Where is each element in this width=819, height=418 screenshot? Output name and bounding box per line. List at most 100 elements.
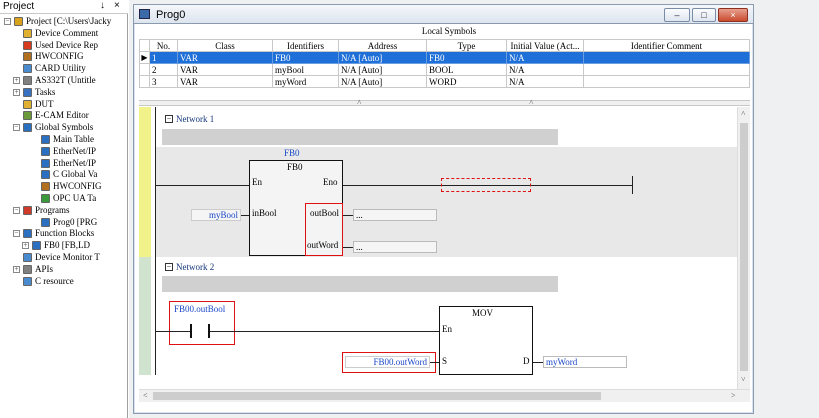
tree-item[interactable]: Device Comment — [23, 28, 98, 39]
cell-no[interactable]: 3 — [149, 75, 178, 88]
cell-comment[interactable] — [583, 63, 750, 76]
horizontal-scroll-thumb[interactable] — [153, 392, 601, 400]
tree-expander-icon[interactable]: − — [13, 206, 20, 214]
scroll-right-icon[interactable]: > — [731, 391, 736, 400]
scroll-up-icon[interactable]: ˄ — [741, 109, 746, 118]
column-header-initial-value[interactable]: Initial Value (Act... — [506, 39, 584, 52]
cell-comment[interactable] — [583, 51, 750, 64]
cell-identifier[interactable]: myBool — [272, 63, 339, 76]
tree-expander-icon[interactable]: + — [13, 77, 20, 84]
column-header-address[interactable]: Address — [338, 39, 427, 52]
cell-initial[interactable]: N/A — [506, 75, 584, 88]
cell-no[interactable]: 1 — [149, 51, 178, 64]
column-header-identifiers[interactable]: Identifiers — [272, 39, 339, 52]
tree-item[interactable]: FB0 [FB,LD — [32, 240, 90, 251]
network1-comment-bar[interactable] — [162, 129, 558, 145]
ethernet-icon — [41, 158, 50, 168]
cell-identifier[interactable]: myWord — [272, 75, 339, 88]
tree-item[interactable]: C resource — [23, 276, 74, 287]
pin-icon[interactable]: ↓ — [100, 0, 105, 11]
tree-expander-icon[interactable]: − — [13, 230, 20, 238]
network1-empty-coil-slot[interactable] — [441, 178, 531, 192]
cell-comment[interactable] — [583, 75, 750, 88]
tree-item[interactable]: Used Device Rep — [23, 40, 98, 51]
split-arrow-left-icon[interactable]: ˄ — [357, 98, 362, 107]
tree-item[interactable]: C Global Va — [41, 169, 97, 180]
cell-class[interactable]: VAR — [177, 75, 273, 88]
outword-variable-field[interactable]: ... — [353, 241, 437, 253]
tree-item[interactable]: Prog0 [PRG — [41, 217, 97, 228]
tree-item[interactable]: HWCONFIG — [23, 51, 84, 62]
table-row[interactable]: ▶ 1 VAR FB0 N/A [Auto] FB0 N/A — [139, 51, 750, 64]
outbool-variable-field[interactable]: ... — [353, 209, 437, 221]
fb-instance-name[interactable]: FB0 — [284, 148, 300, 158]
mov-destination-field[interactable]: myWord — [543, 356, 627, 368]
close-icon[interactable]: × — [114, 0, 120, 11]
tree-item-label: C resource — [35, 275, 74, 286]
split-arrow-right-icon[interactable]: ˄ — [529, 98, 534, 107]
contact-left-bar[interactable] — [190, 324, 192, 338]
cell-address[interactable]: N/A [Auto] — [338, 51, 427, 64]
cell-class[interactable]: VAR — [177, 51, 273, 64]
cell-initial[interactable]: N/A — [506, 63, 584, 76]
cell-type[interactable]: WORD — [426, 75, 507, 88]
tree-item[interactable]: Global Symbols — [23, 122, 93, 133]
row-indicator[interactable] — [139, 63, 150, 76]
contact-variable[interactable]: FB00.outBool — [174, 304, 225, 314]
maximize-button[interactable]: □ — [692, 8, 716, 22]
cell-no[interactable]: 2 — [149, 63, 178, 76]
close-button[interactable]: × — [718, 8, 748, 22]
tree-item[interactable]: EtherNet/IP — [41, 158, 96, 169]
column-header-identifier-comment[interactable]: Identifier Comment — [583, 39, 750, 52]
column-header-class[interactable]: Class — [177, 39, 273, 52]
editor-splitter[interactable]: ˄ ˄ — [139, 98, 750, 107]
tree-item[interactable]: Programs — [23, 205, 70, 216]
tree-item-label: Prog0 [PRG — [53, 216, 98, 227]
tree-item[interactable]: Function Blocks — [23, 228, 94, 239]
tree-item[interactable]: EtherNet/IP — [41, 146, 96, 157]
mov-source-field[interactable]: FB00.outWord — [345, 356, 430, 368]
cell-identifier[interactable]: FB0 — [272, 51, 339, 64]
tree-item[interactable]: Tasks — [23, 87, 55, 98]
scroll-down-icon[interactable]: ˅ — [741, 375, 746, 384]
tree-expander-icon[interactable]: − — [4, 18, 11, 25]
inbool-variable-field[interactable]: myBool — [191, 209, 241, 221]
tree-item[interactable]: DUT — [23, 99, 54, 110]
network1-rail — [139, 107, 151, 257]
tree-expander-icon[interactable]: − — [13, 124, 20, 132]
vertical-scroll-thumb[interactable] — [740, 123, 748, 371]
tree-item[interactable]: Device Monitor T — [23, 252, 100, 263]
column-header-type[interactable]: Type — [426, 39, 507, 52]
cell-address[interactable]: N/A [Auto] — [338, 75, 427, 88]
horizontal-scrollbar[interactable]: < > — [139, 389, 750, 402]
network1-collapse-button[interactable]: − — [165, 115, 173, 123]
table-row[interactable]: 2 VAR myBool N/A [Auto] BOOL N/A — [139, 63, 750, 76]
cell-initial[interactable]: N/A — [506, 51, 584, 64]
column-header-no[interactable]: No. — [149, 39, 178, 52]
network2-collapse-button[interactable]: − — [165, 263, 173, 271]
program-window-titlebar[interactable]: Prog0 – □ × — [133, 4, 754, 24]
tree-expander-icon[interactable]: + — [22, 242, 29, 250]
network1-title: Network 1 — [176, 114, 215, 124]
cell-address[interactable]: N/A [Auto] — [338, 63, 427, 76]
cell-type[interactable]: BOOL — [426, 63, 507, 76]
tree-item[interactable]: OPC UA Ta — [41, 193, 96, 204]
row-indicator[interactable] — [139, 75, 150, 88]
row-selected-arrow-icon[interactable]: ▶ — [139, 51, 150, 64]
tree-item[interactable]: Project [C:\Users\Jacky — [14, 16, 111, 27]
cell-type[interactable]: FB0 — [426, 51, 507, 64]
tree-item[interactable]: CARD Utility — [23, 63, 86, 74]
network2-comment-bar[interactable] — [162, 276, 558, 292]
scroll-left-icon[interactable]: < — [143, 391, 148, 400]
minimize-button[interactable]: – — [664, 8, 690, 22]
cell-class[interactable]: VAR — [177, 63, 273, 76]
table-row[interactable]: 3 VAR myWord N/A [Auto] WORD N/A — [139, 75, 750, 88]
tree-item[interactable]: HWCONFIG — [41, 181, 102, 192]
tree-item[interactable]: APIs — [23, 264, 53, 275]
tree-item[interactable]: E-CAM Editor — [23, 110, 89, 121]
tree-expander-icon[interactable]: + — [13, 88, 20, 96]
tree-expander-icon[interactable]: + — [13, 265, 20, 273]
tree-item[interactable]: AS332T (Untitle — [23, 75, 96, 86]
vertical-scrollbar[interactable]: ˄ ˅ — [737, 107, 750, 389]
tree-item[interactable]: Main Table — [41, 134, 94, 145]
